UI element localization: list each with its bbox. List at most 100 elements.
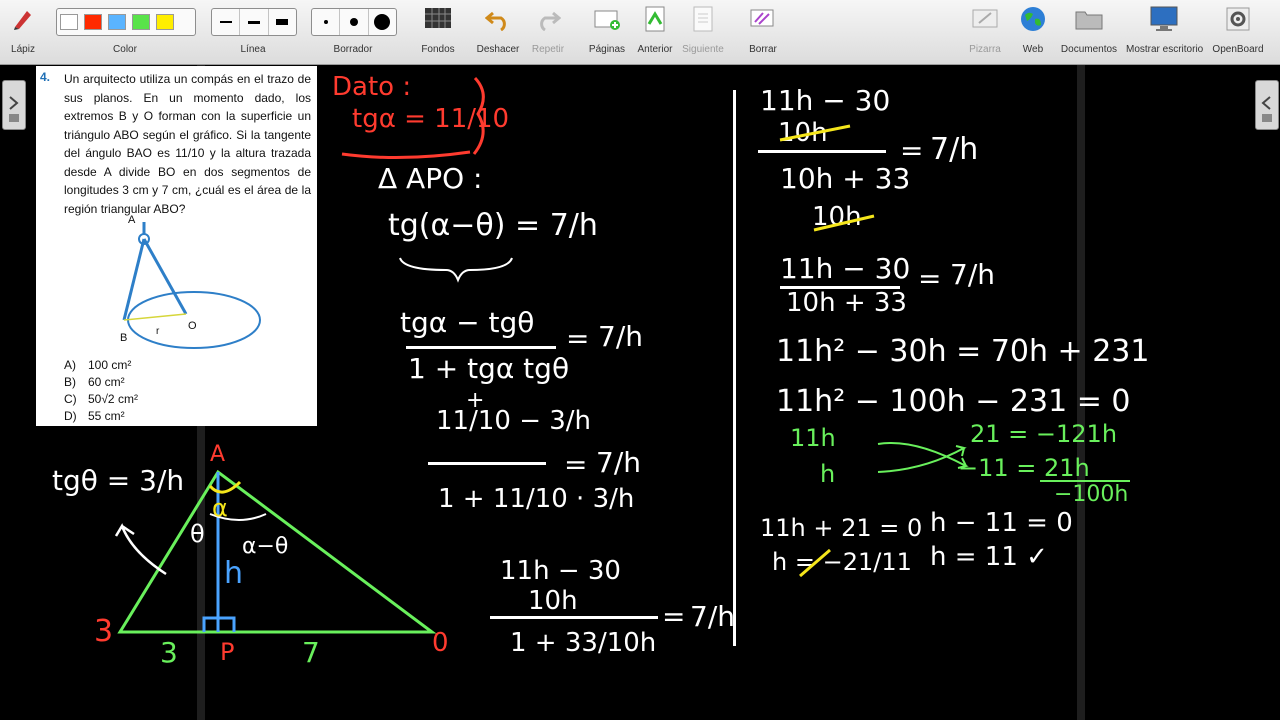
documents-button[interactable]: Documentos xyxy=(1060,4,1118,55)
eq4-equals: = xyxy=(662,600,686,633)
option-value: 55 cm² xyxy=(88,409,125,423)
eraser-large-button[interactable] xyxy=(369,9,396,35)
vertex-p: P xyxy=(220,638,235,666)
equation-r4: 11h² − 100h − 231 = 0 xyxy=(776,384,1131,419)
next-page-label: Siguiente xyxy=(682,44,724,55)
line-thin-button[interactable] xyxy=(212,9,241,35)
eq4-rhs: 7/h xyxy=(690,600,735,633)
board-button[interactable]: Pizarra xyxy=(964,4,1006,55)
r2-equals: = xyxy=(918,262,942,295)
pages-label: Páginas xyxy=(588,44,626,55)
option-value: 50√2 cm² xyxy=(88,392,138,406)
clear-label: Borrar xyxy=(749,44,777,55)
eraser-small-button[interactable] xyxy=(312,9,341,35)
toolbar: Lápiz Color Línea Borrador Fondos Deshac… xyxy=(0,0,1280,65)
equation-1: tg(α−θ) = 7/h xyxy=(388,208,598,243)
option-key: C) xyxy=(64,392,77,406)
show-desktop-label: Mostrar escritorio xyxy=(1126,44,1204,55)
pen-tool[interactable]: Lápiz xyxy=(4,4,42,55)
theta-label: θ xyxy=(190,520,205,548)
show-desktop-button[interactable]: Mostrar escritorio xyxy=(1126,4,1203,55)
color-swatch-yellow[interactable] xyxy=(156,14,174,30)
openboard-menu-button[interactable]: OpenBoard xyxy=(1210,4,1266,55)
column-divider xyxy=(733,90,736,646)
redo-button[interactable]: Repetir xyxy=(528,4,568,55)
problem-text: Un arquitecto utiliza un compás en el tr… xyxy=(64,72,311,216)
line-label: Línea xyxy=(240,44,266,55)
web-button[interactable]: Web xyxy=(1014,4,1052,55)
vertex-a: A xyxy=(210,442,226,467)
right-palette-tab[interactable] xyxy=(1255,80,1279,130)
r2-denominator: 10h + 33 xyxy=(786,288,907,318)
pen-label: Lápiz xyxy=(11,44,35,55)
option-b[interactable]: B) 60 cm² xyxy=(64,375,125,389)
board-icon xyxy=(970,4,1000,34)
r1-equals: = xyxy=(900,134,924,167)
openboard-label: OpenBoard xyxy=(1212,44,1264,55)
color-swatch-red[interactable] xyxy=(84,14,102,30)
redo-label: Repetir xyxy=(531,44,565,55)
left-palette-tab[interactable] xyxy=(2,80,26,130)
eraser-size-group xyxy=(311,8,397,36)
previous-page-button[interactable]: Anterior xyxy=(634,4,676,55)
vertex-o: 0 xyxy=(432,628,449,658)
gear-icon xyxy=(1223,4,1253,34)
eq4-numerator-den: 10h xyxy=(528,586,578,616)
backgrounds-label: Fondos xyxy=(421,44,455,55)
cursor-crosshair-icon: + xyxy=(466,388,485,413)
eraser-medium-button[interactable] xyxy=(340,9,369,35)
undo-button[interactable]: Deshacer xyxy=(474,4,522,55)
eq4-denominator: 1 + 33/10h xyxy=(510,628,657,658)
eq2-fraction-bar xyxy=(406,346,556,349)
undo-icon xyxy=(483,4,513,34)
r1-rhs: 7/h xyxy=(930,132,979,167)
label-b: B xyxy=(120,332,128,344)
undo-label: Deshacer xyxy=(476,44,520,55)
option-c[interactable]: C) 50√2 cm² xyxy=(64,392,138,406)
eq4-fraction-bar xyxy=(490,616,658,619)
option-a[interactable]: A) 100 cm² xyxy=(64,358,131,372)
given-bracket xyxy=(341,76,485,160)
add-page-icon xyxy=(592,4,622,34)
eq2-denominator: 1 + tgα tgθ xyxy=(408,352,570,385)
problem-number: 4. xyxy=(40,70,51,84)
height-label: h xyxy=(224,556,244,591)
discard-strike xyxy=(799,548,831,578)
previous-page-icon xyxy=(640,4,670,34)
pages-button[interactable]: Páginas xyxy=(586,4,628,55)
line-thick-button[interactable] xyxy=(269,9,296,35)
factor-right-bottom: −11 = 21h xyxy=(958,454,1090,482)
solution-2: h − 11 = 0 xyxy=(930,508,1073,538)
option-key: A) xyxy=(64,358,76,372)
label-r: r xyxy=(156,326,160,337)
solution-1: 11h + 21 = 0 xyxy=(760,514,923,542)
line-medium-button[interactable] xyxy=(240,9,269,35)
solution-2b: h = 11 ✓ xyxy=(930,542,1048,572)
alpha-minus-theta-label: α−θ xyxy=(242,534,289,559)
factor-left-bottom: h xyxy=(820,460,836,488)
color-swatch-white[interactable] xyxy=(60,14,78,30)
option-key: D) xyxy=(64,409,77,423)
eq3-fraction-bar xyxy=(428,462,546,465)
r2-numerator: 11h − 30 xyxy=(780,252,911,285)
clear-icon xyxy=(748,4,778,34)
compass-diagram xyxy=(122,222,261,349)
redo-icon xyxy=(533,4,563,34)
segment-right-label: 7 xyxy=(302,636,320,669)
clear-button[interactable]: Borrar xyxy=(742,4,784,55)
vertex-b: 3 xyxy=(94,614,114,649)
color-swatch-green[interactable] xyxy=(132,14,150,30)
alpha-label: α xyxy=(212,494,228,522)
next-page-button[interactable]: Siguiente xyxy=(680,4,726,55)
r1-numerator: 11h − 30 xyxy=(760,84,891,117)
label-a: A xyxy=(128,214,136,226)
backgrounds-button[interactable]: Fondos xyxy=(416,4,460,55)
monitor-icon xyxy=(1149,4,1179,34)
option-d[interactable]: D) 55 cm² xyxy=(64,409,125,423)
factor-left-top: 11h xyxy=(790,424,836,452)
factor-sum: −100h xyxy=(1054,482,1129,507)
eq3-numerator: 11/10 − 3/h xyxy=(436,406,592,436)
eq3-equals: = xyxy=(564,448,588,481)
option-key: B) xyxy=(64,375,76,389)
color-swatch-blue[interactable] xyxy=(108,14,126,30)
